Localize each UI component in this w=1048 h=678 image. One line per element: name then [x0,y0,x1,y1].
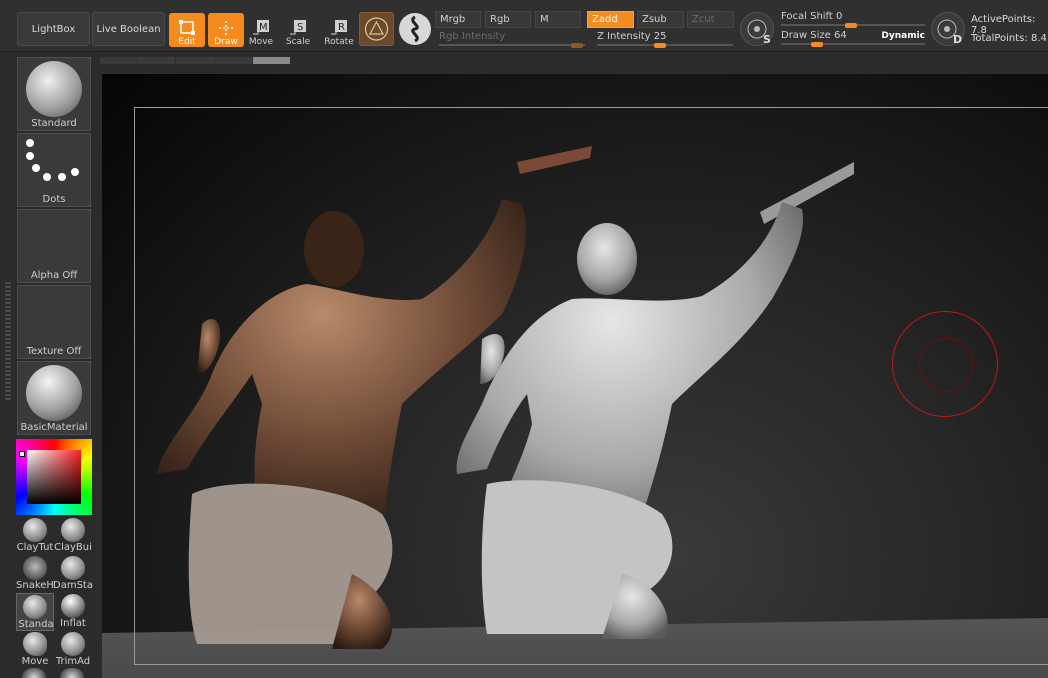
color-picker-handle[interactable] [19,451,25,457]
rgb-intensity-label: Rgb Intensity [439,31,506,42]
svg-text:S: S [297,22,303,33]
z-intensity-label: Z Intensity 25 [597,31,667,42]
basic-material-sphere-icon [26,365,82,421]
mrgb-toggle[interactable]: Mrgb [435,11,481,28]
palette-tab[interactable] [100,57,138,64]
inflate-brush-icon [61,594,85,618]
brush-label: DamSta [53,580,93,591]
alpha-label: Alpha Off [30,270,78,281]
material-swatch-icon[interactable] [399,13,431,45]
brush-standard[interactable]: Standa [16,593,54,631]
brush-label: Standard [31,118,77,129]
material-slot[interactable]: BasicMaterial [17,361,91,435]
palette-tab[interactable] [176,57,214,64]
palette-tab[interactable] [214,57,252,64]
shelf-collapse-handle[interactable] [5,282,11,402]
standard-brush-icon [26,61,82,117]
draw-size-dynamic-icon[interactable]: D [931,12,965,46]
trimadaptive-brush-icon [61,632,85,656]
brush-claytubes[interactable]: ClayTut [16,517,54,555]
brush-claybuildup[interactable]: ClayBui [54,517,92,555]
left-shelf: Standard Dots Alpha Off Texture Off Basi… [0,52,100,678]
standard-mini-brush-icon [23,595,47,619]
stroke-label: Dots [42,194,66,205]
sculptris-pro-button[interactable] [359,12,394,46]
edit-icon [179,20,195,35]
brush-partial-icon[interactable] [60,668,84,678]
svg-text:R: R [338,22,345,33]
palette-tab[interactable] [138,57,176,64]
brush-label: Inflat [60,618,86,629]
zbrush-window: LightBox Live Boolean Edit Draw M Move S… [0,0,1048,678]
m-toggle[interactable]: M [535,11,581,28]
brush-trimadaptive[interactable]: TrimAd [54,631,92,669]
rgb-toggle[interactable]: Rgb [485,11,531,28]
scale-button[interactable]: S Scale [280,13,316,47]
draw-size-slider[interactable]: Draw Size 64 Dynamic [781,30,925,47]
scale-label: Scale [285,37,311,47]
snakehook-brush-icon [23,556,47,580]
draw-button[interactable]: Draw [208,13,244,47]
rotate-button[interactable]: R Rotate [321,13,357,47]
rotate-icon: R [331,20,347,35]
brush-partial-icon[interactable] [22,668,46,678]
move-label: Move [248,37,274,47]
move-button[interactable]: M Move [243,13,279,47]
svg-text:D: D [953,33,962,46]
brush-inflate[interactable]: Inflat [54,593,92,631]
lightbox-button[interactable]: LightBox [17,12,90,46]
stroke-scale-icon[interactable]: S [740,12,774,46]
brush-label: TrimAd [55,656,91,667]
zcut-toggle[interactable]: Zcut [687,11,734,28]
stroke-slot[interactable]: Dots [17,133,91,207]
focal-shift-label: Focal Shift 0 [781,11,843,22]
svg-text:M: M [259,22,268,33]
brush-snakehook[interactable]: SnakeH [16,555,54,593]
zadd-toggle[interactable]: Zadd [587,11,634,28]
svg-text:S: S [763,33,771,46]
top-toolbar: LightBox Live Boolean Edit Draw M Move S… [0,0,1048,52]
texture-label: Texture Off [26,346,82,357]
draw-icon [219,21,233,35]
edit-label: Edit [178,37,196,47]
brush-label: SnakeH [16,580,54,591]
zsub-toggle[interactable]: Zsub [637,11,684,28]
brush-slot[interactable]: Standard [17,57,91,131]
brush-move[interactable]: Move [16,631,54,669]
texture-slot[interactable]: Texture Off [17,285,91,359]
brush-cursor [892,311,998,417]
alpha-slot[interactable]: Alpha Off [17,209,91,283]
live-boolean-button[interactable]: Live Boolean [92,12,165,46]
palette-tabs[interactable] [100,57,291,64]
focal-shift-slider[interactable]: Focal Shift 0 [781,11,925,28]
palette-tab-selected[interactable] [252,57,291,64]
brush-damstandard[interactable]: DamSta [53,555,93,593]
document-canvas[interactable] [102,74,1048,678]
edit-button[interactable]: Edit [169,13,205,47]
claybuildup-brush-icon [61,518,85,542]
z-intensity-slider[interactable]: Z Intensity 25 [597,31,733,48]
saturation-value-square[interactable] [27,450,81,504]
claytubes-brush-icon [23,518,47,542]
dots-stroke-icon [26,139,79,181]
draw-size-label: Draw Size 64 [781,30,847,41]
dynamic-toggle[interactable]: Dynamic [881,31,925,41]
rotate-label: Rotate [324,37,354,47]
color-picker[interactable] [16,439,92,515]
draw-label: Draw [214,37,238,47]
brush-label: ClayBui [54,542,92,553]
rgb-intensity-slider[interactable]: Rgb Intensity [439,31,585,48]
material-label: BasicMaterial [20,422,88,433]
brush-label: Standa [18,619,54,630]
move-icon: M [253,20,269,35]
sculptris-icon [364,17,389,41]
brush-label: ClayTut [16,542,54,553]
brush-label: Move [21,656,49,667]
move-brush-icon [23,632,47,656]
damstandard-brush-icon [61,556,85,580]
total-points-readout: TotalPoints: 8.4 [971,33,1047,44]
scale-icon: S [290,20,306,35]
